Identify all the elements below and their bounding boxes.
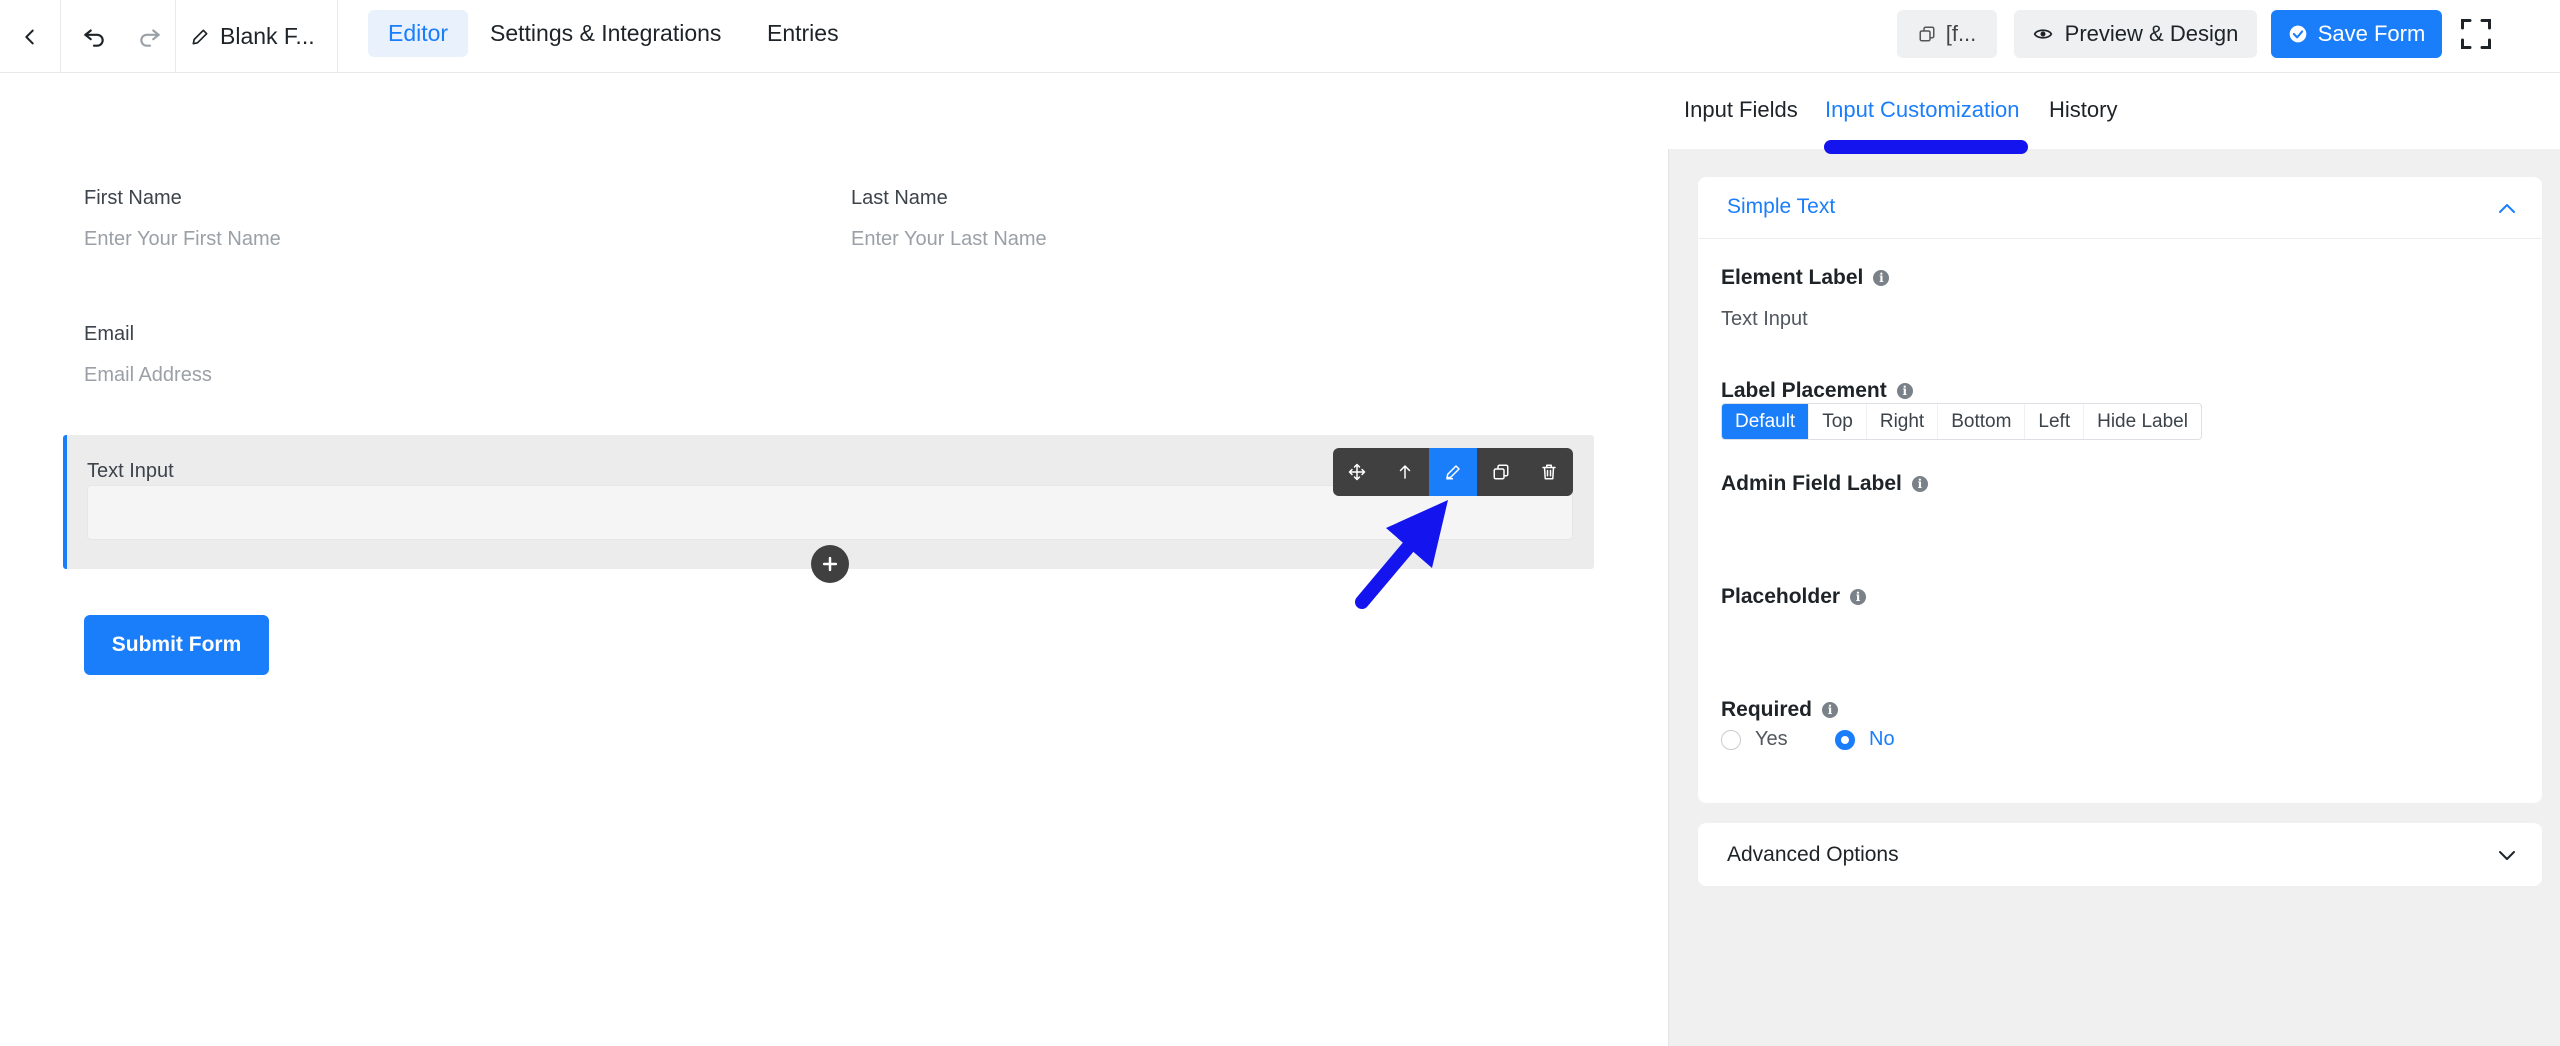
required-heading: Required i xyxy=(1721,698,1839,722)
placeholder-heading: Placeholder i xyxy=(1721,585,1867,609)
preview-label: Preview & Design xyxy=(2064,21,2239,46)
shortcode-button[interactable]: [f... xyxy=(1897,10,1997,58)
info-icon: i xyxy=(1896,383,1913,399)
tab-editor[interactable]: Editor xyxy=(368,10,469,57)
placeholder-title: Placeholder xyxy=(1721,585,1841,608)
element-label-heading: Element Label i xyxy=(1721,266,1890,290)
undo-button[interactable] xyxy=(66,0,122,73)
pencil-icon xyxy=(192,29,208,45)
save-form-button[interactable]: Save Form xyxy=(2271,10,2442,58)
move-icon xyxy=(1348,463,1366,481)
placeholder-input[interactable] xyxy=(1721,618,2521,662)
check-circle-icon xyxy=(2289,25,2307,43)
move-up-button[interactable] xyxy=(1381,448,1429,496)
delete-button[interactable] xyxy=(1525,448,1573,496)
shortcode-label: [f... xyxy=(1945,21,1977,46)
fullscreen-icon xyxy=(2461,19,2491,49)
top-bar: Blank F... Editor Settings & Integration… xyxy=(0,0,2560,73)
chevron-up-icon[interactable] xyxy=(2495,197,2519,221)
label-placement-title: Label Placement xyxy=(1721,379,1887,402)
panel-tabs: Input Fields Input Customization History xyxy=(1668,73,2560,149)
plus-icon xyxy=(822,556,838,572)
placement-hide-label[interactable]: Hide Label xyxy=(2084,404,2201,439)
save-label: Save Form xyxy=(2317,21,2426,46)
tab-history[interactable]: History xyxy=(2049,97,2117,123)
duplicate-button[interactable] xyxy=(1477,448,1525,496)
required-yes-option[interactable]: Yes xyxy=(1721,728,1788,751)
copy-icon xyxy=(1919,26,1935,42)
element-toolbar xyxy=(1333,448,1573,496)
pencil-icon xyxy=(1446,465,1460,480)
placement-right[interactable]: Right xyxy=(1867,404,1939,439)
admin-field-label-heading: Admin Field Label i xyxy=(1721,472,1928,496)
required-no-label: No xyxy=(1869,728,1895,750)
radio-yes[interactable] xyxy=(1721,729,1741,750)
text-input-label: Text Input xyxy=(87,460,174,482)
email-input[interactable]: Email Address xyxy=(84,364,212,387)
chevron-down-icon[interactable] xyxy=(2495,843,2519,867)
copy-icon xyxy=(1493,464,1509,480)
trash-icon xyxy=(1542,464,1556,480)
form-title-text: Blank F... xyxy=(220,23,315,49)
fullscreen-button[interactable] xyxy=(2456,14,2496,54)
admin-field-label-title: Admin Field Label xyxy=(1721,472,1902,495)
tab-settings-integrations[interactable]: Settings & Integrations xyxy=(470,10,741,57)
radio-no[interactable] xyxy=(1835,729,1855,750)
form-title[interactable]: Blank F... xyxy=(190,0,315,73)
label-placement-heading: Label Placement i xyxy=(1721,379,1913,403)
submit-form-button[interactable]: Submit Form xyxy=(84,615,269,675)
info-icon: i xyxy=(1873,270,1890,286)
info-icon: i xyxy=(1822,702,1839,718)
arrow-up-icon xyxy=(1399,465,1411,479)
redo-icon xyxy=(140,28,160,47)
required-yes-label: Yes xyxy=(1755,728,1788,750)
placement-left[interactable]: Left xyxy=(2025,404,2085,439)
admin-field-label-input[interactable] xyxy=(1721,505,2521,549)
section-title: Simple Text xyxy=(1727,195,1836,218)
edit-element-button[interactable] xyxy=(1429,448,1477,496)
annotation-arrow-icon xyxy=(1355,500,1448,609)
element-label-title: Element Label xyxy=(1721,266,1864,289)
back-button[interactable] xyxy=(0,0,60,73)
undo-icon xyxy=(84,28,104,47)
last-name-input[interactable]: Enter Your Last Name xyxy=(851,228,1047,251)
placement-top[interactable]: Top xyxy=(1809,404,1867,439)
info-icon: i xyxy=(1850,589,1867,605)
placement-bottom[interactable]: Bottom xyxy=(1938,404,2026,439)
redo-button[interactable] xyxy=(122,0,178,73)
placement-default[interactable]: Default xyxy=(1722,404,1810,439)
info-icon: i xyxy=(1911,476,1928,492)
tab-input-fields[interactable]: Input Fields xyxy=(1684,97,1798,123)
first-name-label: First Name xyxy=(84,187,182,209)
required-no-option[interactable]: No xyxy=(1835,728,1895,751)
required-title: Required xyxy=(1721,698,1813,721)
add-field-button[interactable] xyxy=(811,545,849,583)
first-name-input[interactable]: Enter Your First Name xyxy=(84,228,281,251)
tab-entries[interactable]: Entries xyxy=(747,10,859,57)
last-name-label: Last Name xyxy=(851,187,948,209)
move-button[interactable] xyxy=(1333,448,1381,496)
tab-input-customization[interactable]: Input Customization xyxy=(1825,97,2019,123)
label-placement-group: Default Top Right Bottom Left Hide Label xyxy=(1721,403,2202,440)
advanced-options-title: Advanced Options xyxy=(1727,843,1899,866)
eye-icon xyxy=(2033,29,2052,39)
active-tab-highlight xyxy=(1824,140,2028,154)
email-label: Email xyxy=(84,323,135,345)
preview-design-button[interactable]: Preview & Design xyxy=(2014,10,2257,58)
element-label-input[interactable]: Text Input xyxy=(1721,308,1808,331)
chevron-left-icon xyxy=(25,29,34,44)
